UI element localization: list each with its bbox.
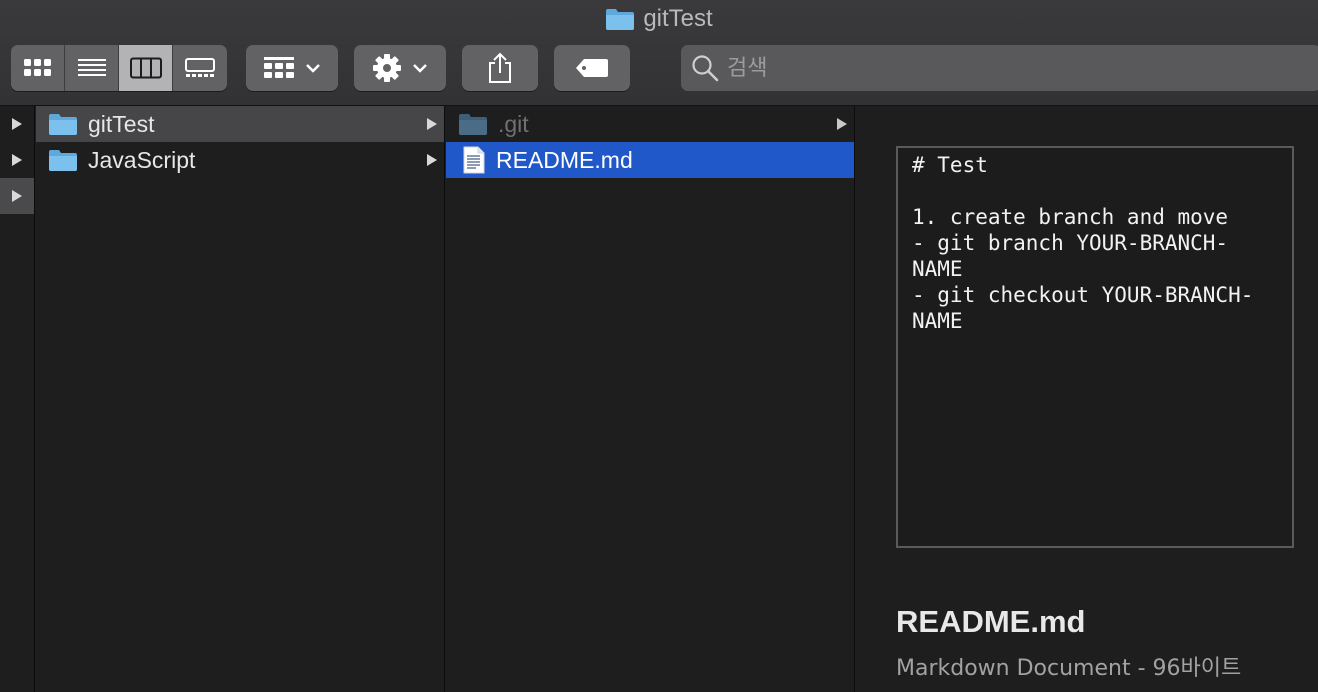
search-field[interactable]: [681, 45, 1318, 91]
icon-view-icon: [23, 59, 51, 76]
preview-pane: # Test 1. create branch and move - git b…: [856, 106, 1318, 692]
group-button[interactable]: [246, 45, 338, 91]
list-view-button[interactable]: [65, 45, 119, 91]
preview-filename: README.md: [896, 604, 1086, 639]
list-item-readme[interactable]: README.md: [446, 142, 854, 178]
parent-row[interactable]: [0, 142, 34, 178]
list-view-icon: [77, 59, 106, 76]
item-label: .git: [498, 110, 529, 137]
chevron-right-icon: [837, 118, 847, 130]
share-icon: [489, 52, 511, 83]
gallery-view-button[interactable]: [173, 45, 227, 91]
chevron-down-icon: [413, 64, 427, 73]
chevron-right-icon: [427, 154, 437, 166]
share-button[interactable]: [462, 45, 538, 91]
chevron-right-icon: [12, 190, 22, 202]
folder-icon: [606, 9, 635, 30]
preview-file-info: Markdown Document - 96바이트: [896, 656, 1242, 681]
search-input[interactable]: [727, 55, 1287, 81]
list-item-gittest[interactable]: gitTest: [36, 106, 444, 142]
folder-icon: [458, 112, 488, 136]
window-title-text: gitTest: [643, 5, 713, 32]
search-icon: [692, 55, 719, 82]
column-view-button[interactable]: [119, 45, 173, 91]
gallery-view-icon: [185, 58, 215, 77]
parent-row[interactable]: [0, 106, 34, 142]
folder-column: gitTest JavaScript: [36, 106, 445, 692]
chevron-right-icon: [427, 118, 437, 130]
chevron-down-icon: [306, 64, 320, 73]
document-icon: [462, 146, 486, 174]
window-title: gitTest: [0, 4, 1318, 34]
toolbar: gitTest: [0, 0, 1318, 106]
file-preview-content: # Test 1. create branch and move - git b…: [896, 146, 1294, 548]
tag-button[interactable]: [554, 45, 630, 91]
view-mode-control: [11, 45, 227, 91]
folder-icon: [48, 112, 78, 136]
item-label: README.md: [496, 146, 633, 173]
chevron-right-icon: [12, 154, 22, 166]
item-label: gitTest: [88, 110, 155, 137]
parent-row-selected[interactable]: [0, 178, 34, 214]
action-button[interactable]: [354, 45, 446, 91]
group-grid-icon: [264, 57, 294, 78]
item-label: JavaScript: [88, 146, 196, 173]
gear-icon: [373, 54, 401, 82]
list-item-git[interactable]: .git: [446, 106, 854, 142]
list-item-javascript[interactable]: JavaScript: [36, 142, 444, 178]
icon-view-button[interactable]: [11, 45, 65, 91]
folder-icon: [48, 148, 78, 172]
parent-column: [0, 106, 35, 692]
chevron-right-icon: [12, 118, 22, 130]
tag-icon: [576, 59, 608, 77]
column-view-icon: [129, 57, 162, 79]
file-column: .git README.md: [446, 106, 855, 692]
